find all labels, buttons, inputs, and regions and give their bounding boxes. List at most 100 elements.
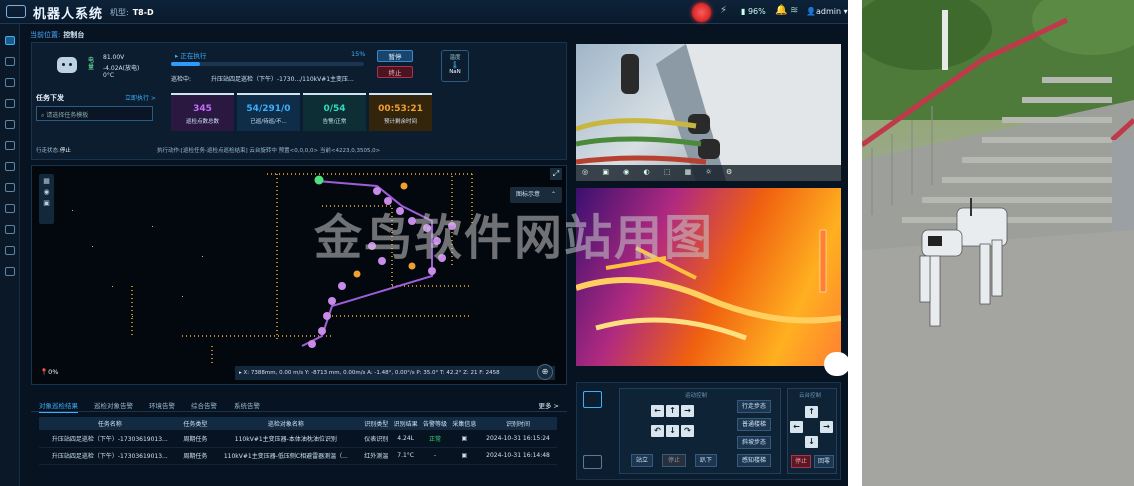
gimbal-reset-button[interactable]: 回零 bbox=[814, 455, 834, 468]
execution-state: ▸ 正在执行 bbox=[175, 52, 207, 60]
sidebar-item-devices[interactable] bbox=[5, 162, 15, 171]
wifi-icon: ≋ bbox=[790, 5, 799, 16]
task-template-placeholder: 请选择任务模板 bbox=[46, 112, 89, 119]
chevron-up-icon: ⌃ bbox=[550, 191, 556, 198]
emergency-stop-button[interactable] bbox=[692, 3, 711, 22]
stop-gait-button[interactable]: 停止 bbox=[662, 454, 686, 467]
tasks-title: 任务下发 bbox=[36, 94, 64, 102]
table-cell: 仪表识别 bbox=[361, 430, 391, 448]
floating-chat-button[interactable] bbox=[824, 352, 848, 376]
battery-indicator: ▮ 96% bbox=[741, 7, 766, 16]
sidebar-item-users[interactable] bbox=[5, 225, 15, 234]
signal-icon: ⚡ bbox=[720, 5, 728, 16]
arrow-up-button[interactable]: ↑ bbox=[666, 405, 679, 417]
sidebar-item-alarms[interactable] bbox=[5, 141, 15, 150]
stat-label: 巡检点数总数 bbox=[185, 119, 219, 125]
image-icon[interactable]: ▣ bbox=[449, 430, 480, 448]
map-walls bbox=[131, 173, 473, 366]
thermometer-icon: 🌡 bbox=[450, 61, 460, 69]
sidebar-item-map[interactable] bbox=[5, 99, 15, 108]
gimbal-stop-button[interactable]: 停止 bbox=[791, 455, 811, 468]
more-link[interactable]: 更多 > bbox=[538, 400, 559, 410]
temp-box-label: 温度 bbox=[449, 55, 461, 61]
gimbal-left-button[interactable]: ← bbox=[790, 421, 803, 433]
pause-button[interactable]: 暂停 bbox=[377, 50, 413, 62]
task-template-select[interactable]: ⌕ 请选择任务模板 bbox=[36, 106, 153, 121]
map-tool-target-icon[interactable]: ◉ bbox=[39, 188, 54, 196]
sidebar-item-plan[interactable] bbox=[5, 78, 15, 87]
sidebar-item-console[interactable] bbox=[5, 36, 15, 45]
robot-control-icon[interactable] bbox=[583, 391, 602, 408]
walk-status-label: 行走状态: bbox=[36, 148, 60, 154]
camera-toolbar[interactable]: ◎ ▣ ◉ ◐ ⬚ ▦ ☼ ⚙ bbox=[576, 165, 841, 181]
rotate-right-button[interactable]: ↷ bbox=[681, 425, 694, 437]
robot-console-app: 机器人系统 机型: T8-D ⚡ ▮ 96% 🔔 ≋ 👤admin ▾ 当前位置:… bbox=[0, 0, 848, 486]
lie-down-button[interactable]: 趴下 bbox=[695, 454, 717, 467]
map-legend-label: 图标示意 bbox=[516, 191, 541, 198]
visible-camera-feed[interactable]: ◎ ▣ ◉ ◐ ⬚ ▦ ☼ ⚙ bbox=[576, 44, 841, 181]
battery-value: 96% bbox=[747, 7, 766, 16]
stat-remaining-time: 00:53:21 预计剩余时间 bbox=[369, 93, 432, 131]
point-cloud-map bbox=[52, 173, 473, 366]
locate-icon[interactable]: ⊕ bbox=[537, 364, 553, 380]
arrow-left-button[interactable]: ← bbox=[651, 405, 664, 417]
notification-icon[interactable]: 🔔 bbox=[775, 5, 787, 16]
execute-now-link[interactable]: 立即执行 > bbox=[125, 93, 156, 102]
exec-action-value: [巡检任务-巡检点巡检结束] 云台旋转中 预置<0,0,0,0> 当前<4223… bbox=[180, 148, 381, 154]
tab-object-results[interactable]: 对象巡检结果 bbox=[39, 400, 78, 413]
tab-object-alarms[interactable]: 巡检对象告警 bbox=[94, 400, 133, 410]
camera-scene bbox=[576, 44, 841, 181]
table-cell: 2024-10-31 16:15:24 bbox=[479, 430, 557, 448]
map-expand-icon[interactable]: ⤢ bbox=[550, 168, 562, 180]
sidebar-item-tasks[interactable] bbox=[5, 57, 15, 66]
stat-label: 预计剩余时间 bbox=[383, 119, 417, 125]
stat-alarms: 0/54 告警/正常 bbox=[303, 93, 366, 131]
user-menu[interactable]: 👤admin ▾ bbox=[806, 7, 848, 16]
sidebar-item-reports[interactable] bbox=[5, 183, 15, 192]
gimbal-up-button[interactable]: ↑ bbox=[805, 406, 818, 418]
sidebar-item-stats[interactable] bbox=[5, 246, 15, 255]
map-view[interactable]: ▦ ◉ ▣ ⤢ 图标示意 ⌃ 📍0% ▸ X: 7388mm, 0.00 m/s Y:… bbox=[31, 165, 567, 385]
rotate-left-button[interactable]: ↶ bbox=[651, 425, 664, 437]
map-tool-layers-icon[interactable]: ▦ bbox=[39, 177, 54, 185]
tab-env-alarms[interactable]: 环境告警 bbox=[149, 400, 175, 410]
image-icon[interactable]: ▣ bbox=[449, 447, 480, 465]
table-cell: 升压站四足巡检（下午）-17303619013... bbox=[39, 447, 181, 465]
terminate-button[interactable]: 终止 bbox=[377, 66, 413, 78]
table-cell: 红外测温 bbox=[361, 447, 391, 465]
sidebar-item-settings[interactable] bbox=[5, 267, 15, 276]
arrow-right-button[interactable]: → bbox=[681, 405, 694, 417]
table-row[interactable]: 升压站四足巡检（下午）-17303619013... 周期任务 110kV#1主… bbox=[39, 430, 557, 448]
thermal-camera-feed[interactable] bbox=[576, 188, 841, 366]
arrow-down-button[interactable]: ↓ bbox=[666, 425, 679, 437]
tab-combined-alarms[interactable]: 综合告警 bbox=[191, 400, 217, 410]
control-panel: 运动控制 ← ↑ → ↶ ↓ ↷ 行走步态 普通楼梯 斜坡步态 感知楼梯 站立 … bbox=[576, 382, 841, 480]
gimbal-right-button[interactable]: → bbox=[820, 421, 833, 433]
map-battery-value: 0% bbox=[48, 368, 59, 376]
stand-button[interactable]: 站立 bbox=[631, 454, 653, 467]
stat-value: 0/54 bbox=[323, 104, 346, 114]
user-name: admin bbox=[815, 7, 842, 16]
gait-perception-stairs-button[interactable]: 感知楼梯 bbox=[737, 454, 771, 467]
map-battery: 📍0% bbox=[40, 368, 58, 376]
map-legend-toggle[interactable]: 图标示意 ⌃ bbox=[510, 187, 562, 203]
gait-walk-button[interactable]: 行走步态 bbox=[737, 400, 771, 413]
stat-total-points: 345 巡检点数总数 bbox=[171, 93, 234, 131]
stat-label: 已巡/待巡/不... bbox=[250, 119, 287, 125]
walk-status: 行走状态:停止 bbox=[36, 146, 71, 154]
sidebar-item-results[interactable] bbox=[5, 120, 15, 129]
tab-system-alarms[interactable]: 系统告警 bbox=[234, 400, 260, 410]
table-cell: 110kV#1主变压器-本体油枕油位识别 bbox=[210, 430, 362, 448]
map-tool-grid-icon[interactable]: ▣ bbox=[39, 199, 54, 207]
gait-stairs-button[interactable]: 普通楼梯 bbox=[737, 418, 771, 431]
current-value: -4.02A(放电) bbox=[103, 65, 140, 72]
gait-slope-button[interactable]: 斜坡步态 bbox=[737, 436, 771, 449]
table-row[interactable]: 升压站四足巡检（下午）-17303619013... 周期任务 110kV#1主… bbox=[39, 447, 557, 465]
table-cell: 升压站四足巡检（下午）-17303619013... bbox=[39, 430, 181, 448]
sidebar-item-records[interactable] bbox=[5, 204, 15, 213]
gimbal-down-button[interactable]: ↓ bbox=[805, 436, 818, 448]
temperature-box: 温度 🌡 NaN bbox=[441, 50, 469, 82]
robot-position-marker bbox=[314, 175, 324, 185]
monitor-icon[interactable] bbox=[583, 455, 602, 469]
top-bar: 机器人系统 机型: T8-D ⚡ ▮ 96% 🔔 ≋ 👤admin ▾ bbox=[0, 0, 848, 24]
